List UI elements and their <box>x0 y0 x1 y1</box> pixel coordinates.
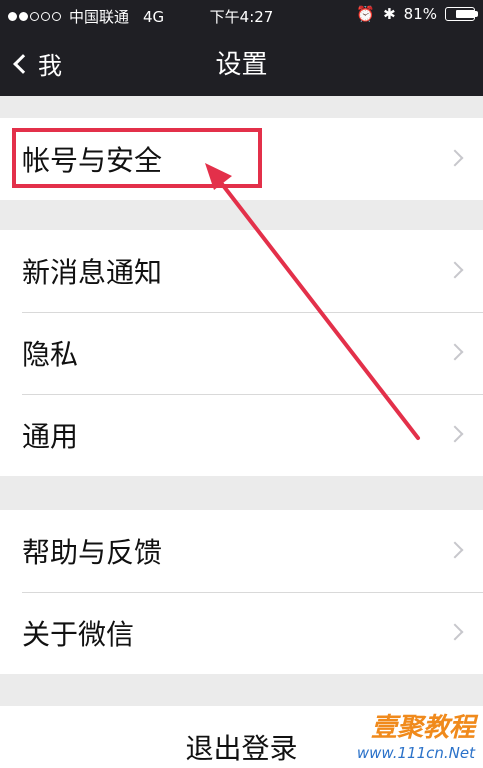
watermark-brand: 壹聚教程 <box>370 713 475 743</box>
settings-group-help: 帮助与反馈 关于微信 <box>0 510 483 674</box>
page-title: 设置 <box>215 50 268 80</box>
settings-item-help-feedback[interactable]: 帮助与反馈 <box>0 510 483 592</box>
settings-item-about[interactable]: 关于微信 <box>0 592 483 674</box>
settings-group-general: 新消息通知 隐私 通用 <box>0 230 483 476</box>
battery-icon <box>445 7 478 21</box>
chevron-right-icon <box>446 425 464 443</box>
settings-item-label: 帮助与反馈 <box>22 536 163 569</box>
settings-item-privacy[interactable]: 隐私 <box>0 312 483 394</box>
watermark: 壹聚教程 www.111cn.Net <box>357 707 475 762</box>
settings-item-label: 隐私 <box>22 338 79 371</box>
chevron-right-icon <box>446 261 464 279</box>
battery-percent: 81% <box>403 5 437 23</box>
status-bar: 中国联通 4G 下午4:27 ⏰ ✱ 81% <box>0 0 483 30</box>
navigation-bar: 我 设置 <box>0 30 483 96</box>
battery-fill <box>456 10 475 18</box>
watermark-url: www.111cn.Net <box>356 744 475 762</box>
bluetooth-icon: ✱ <box>383 5 396 23</box>
chevron-right-icon <box>446 623 464 641</box>
logout-label: 退出登录 <box>185 732 298 765</box>
settings-item-label: 通用 <box>22 420 79 453</box>
alarm-icon: ⏰ <box>356 5 376 23</box>
chevron-right-icon <box>446 343 464 361</box>
annotation-highlight-box <box>12 128 262 188</box>
settings-item-label: 关于微信 <box>22 618 135 651</box>
chevron-right-icon <box>446 149 464 167</box>
chevron-right-icon <box>446 541 464 559</box>
settings-item-notifications[interactable]: 新消息通知 <box>0 230 483 312</box>
settings-item-general[interactable]: 通用 <box>0 394 483 476</box>
status-right: ⏰ ✱ 81% <box>348 5 478 23</box>
settings-item-label: 新消息通知 <box>22 256 163 289</box>
